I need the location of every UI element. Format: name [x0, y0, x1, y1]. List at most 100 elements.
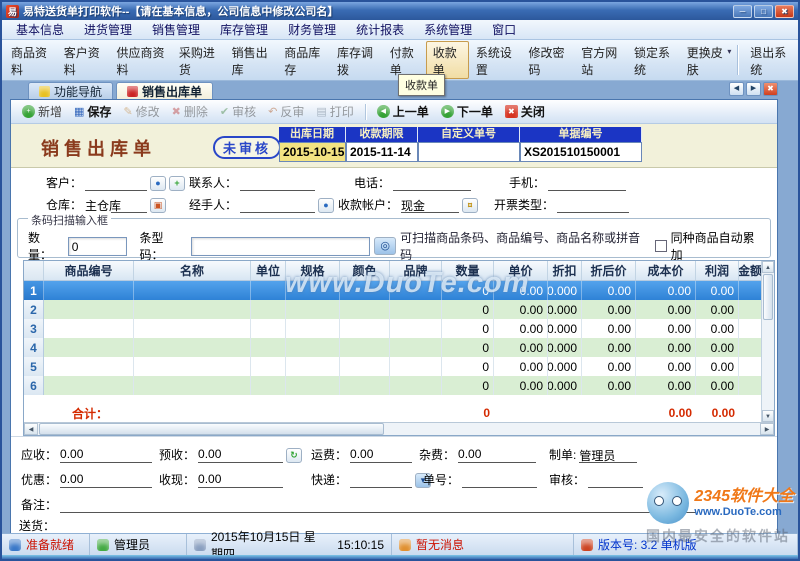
menu-item-2[interactable]: 销售管理 [142, 19, 210, 40]
barcode-search-icon[interactable]: ◎ [374, 237, 397, 255]
horizontal-scrollbar[interactable]: ◀ ▶ [24, 422, 774, 435]
freight-field[interactable]: 0.00 [350, 447, 413, 463]
table-cell: 0.000 [548, 357, 582, 376]
table-row[interactable]: 2 0 0.00 0.000 0.00 0.00 0.00 [24, 300, 761, 319]
system-settings-button[interactable]: 系统设置 [469, 41, 522, 79]
v-scroll-thumb[interactable] [763, 274, 773, 320]
express-field[interactable] [350, 472, 413, 488]
tracking-field[interactable] [462, 472, 538, 488]
contact-field[interactable] [240, 175, 316, 191]
close-button[interactable]: ✖ [775, 4, 794, 18]
menu-item-5[interactable]: 统计报表 [346, 19, 414, 40]
remark-field[interactable] [60, 497, 697, 513]
prev-order-button[interactable]: ◀ 上一单 [372, 101, 434, 122]
account-field[interactable]: 现金 [401, 197, 460, 213]
v-scroll-track[interactable] [762, 321, 774, 410]
sales-out-button[interactable]: 销售出库 [225, 41, 278, 79]
invoice-type-field[interactable] [557, 197, 630, 213]
lock-system-button[interactable]: 锁定系统 [627, 41, 680, 79]
scroll-left-icon[interactable]: ◀ [729, 82, 744, 96]
barcode-qty-input[interactable]: 0 [67, 236, 128, 256]
stock-button[interactable]: 商品库存 [277, 41, 330, 79]
minimize-button[interactable]: ─ [733, 4, 752, 18]
tab-nav[interactable]: 功能导航 [28, 82, 114, 99]
scroll-up-icon[interactable]: ▲ [762, 261, 774, 273]
close-form-button[interactable]: ✖ 关闭 [500, 101, 550, 122]
barcode-code-input[interactable] [191, 236, 371, 256]
receivable-field[interactable]: 0.00 [60, 447, 153, 463]
doc-field-value[interactable]: XS201510150001 [520, 142, 642, 162]
form-title: 销售出库单 [41, 139, 156, 159]
accumulate-checkbox[interactable] [654, 240, 667, 252]
toolbar-item-label: 锁定系统 [633, 45, 670, 77]
modify-button[interactable]: ✎ 修改 [118, 101, 164, 122]
table-row[interactable]: 5 0 0.00 0.000 0.00 0.00 0.00 [24, 357, 761, 376]
mobile-field[interactable] [548, 175, 627, 191]
supplier-info-button[interactable]: 供应商资料 [109, 41, 171, 79]
audit-button[interactable]: ✔ 审核 [215, 101, 261, 122]
doc-field-value[interactable]: 2015-10-15 [279, 142, 346, 162]
menu-item-0[interactable]: 基本信息 [6, 19, 74, 40]
cash-field[interactable]: 0.00 [198, 472, 284, 488]
new-button[interactable]: + 新增 [17, 101, 67, 122]
change-skin-button[interactable]: 更换皮肤 ▾ [680, 41, 733, 79]
menu-item-1[interactable]: 进货管理 [74, 19, 142, 40]
mobile-label: 手机： [509, 176, 546, 190]
change-password-button[interactable]: 修改密码 [522, 41, 575, 79]
scroll-left-icon[interactable]: ◀ [24, 423, 38, 435]
menu-item-6[interactable]: 系统管理 [414, 19, 482, 40]
misc-fee-field[interactable]: 0.00 [458, 447, 537, 463]
table-row[interactable]: 3 0 0.00 0.000 0.00 0.00 0.00 [24, 319, 761, 338]
order-panel: + 新增 ▦ 保存 ✎ 修改 ✖ 删除 ✔ 审核 ↶ 反审 ▤ 打印 ◀ 上一单 ▶ 下一单 ✖ 关闭 销售出库单 未… [10, 99, 778, 536]
table-cell [340, 300, 390, 319]
maximize-button[interactable]: □ [754, 4, 773, 18]
table-row[interactable]: 1 0 0.00 0.000 0.00 0.00 0.00 [24, 281, 761, 300]
customer-info-button[interactable]: 客户资料 [57, 41, 110, 79]
customer-lookup-icon[interactable]: ● [150, 176, 167, 191]
delete-button[interactable]: ✖ 删除 [167, 101, 213, 122]
prepaid-field[interactable]: 0.00 [198, 447, 284, 463]
menu-item-4[interactable]: 财务管理 [278, 19, 346, 40]
delivery-field[interactable] [58, 518, 697, 534]
close-tab-icon[interactable]: ✖ [763, 82, 778, 96]
menu-item-3[interactable]: 库存管理 [210, 19, 278, 40]
doc-field-value[interactable] [418, 142, 520, 162]
barcode-code-label: 条型码： [139, 231, 164, 262]
next-order-button[interactable]: ▶ 下一单 [436, 101, 498, 122]
status-time-text: 15:10:15 [337, 537, 384, 552]
phone-field[interactable] [393, 175, 472, 191]
row-number-cell [24, 261, 44, 280]
h-scroll-thumb[interactable] [39, 423, 384, 435]
doc-field-value[interactable]: 2015-11-14 [346, 142, 418, 162]
unaudit-button[interactable]: ↶ 反审 [263, 101, 309, 122]
scroll-right-icon[interactable]: ▶ [760, 423, 774, 435]
tab-sales-order[interactable]: 销售出库单 [116, 82, 214, 99]
handler-field[interactable] [240, 197, 316, 213]
warehouse-select-icon[interactable]: ▣ [150, 198, 167, 213]
warehouse-field[interactable]: 主仓库 [85, 197, 148, 213]
discount-field[interactable]: 0.00 [60, 472, 153, 488]
save-button[interactable]: ▦ 保存 [69, 101, 116, 122]
exit-system-button[interactable]: 退出系统 [743, 41, 796, 79]
official-website-button[interactable]: 官方网站 [574, 41, 627, 79]
table-row[interactable]: 6 0 0.00 0.000 0.00 0.00 0.00 [24, 376, 761, 395]
table-cell [251, 319, 286, 338]
customer-add-icon[interactable]: + [169, 176, 186, 191]
stock-transfer-button[interactable]: 库存调拨 [330, 41, 383, 79]
scroll-right-icon[interactable]: ▶ [746, 82, 761, 96]
status-datetime: 2015年10月15日 星期四 15:10:15 [187, 530, 392, 559]
table-row[interactable]: 4 0 0.00 0.000 0.00 0.00 0.00 [24, 338, 761, 357]
status-message-text: 暂无消息 [416, 538, 465, 552]
print-button[interactable]: ▤ 打印 [311, 101, 358, 122]
customer-field[interactable] [85, 175, 148, 191]
vertical-scrollbar[interactable]: ▲ ▼ [761, 261, 774, 422]
menu-item-7[interactable]: 窗口 [482, 19, 526, 40]
product-info-button[interactable]: 商品资料 [4, 41, 57, 79]
refresh-prepaid-icon[interactable]: ↻ [286, 448, 303, 463]
account-select-icon[interactable]: ¤ [462, 198, 479, 213]
purchase-in-button[interactable]: 采购进货 [172, 41, 225, 79]
table-cell: 0.00 [494, 357, 548, 376]
scroll-down-icon[interactable]: ▼ [762, 410, 774, 422]
handler-select-icon[interactable]: ● [318, 198, 335, 213]
table-cell: 0.00 [494, 319, 548, 338]
